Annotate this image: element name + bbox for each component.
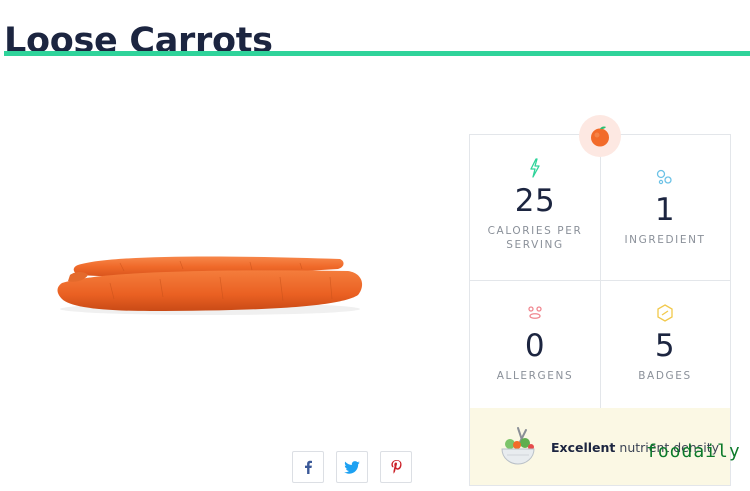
allergens-label: ALLERGENS [496,370,574,382]
calories-value: 25 [514,183,556,219]
pinterest-icon [390,460,402,474]
facebook-share-button[interactable] [292,451,324,483]
twitter-share-button[interactable] [336,451,368,483]
stat-badges: 5 BADGES [600,303,730,383]
lightning-icon [470,158,600,178]
pinterest-share-button[interactable] [380,451,412,483]
calories-label: CALORIES PER SERVING [487,225,583,251]
stat-allergens: 0 ALLERGENS [470,303,600,383]
ingredients-value: 1 [654,192,676,228]
twitter-icon [344,460,360,474]
product-image [57,256,363,315]
badges-value: 5 [654,328,676,364]
bubbles-icon [600,167,730,187]
allergens-value: 0 [524,328,546,364]
watermark-logo: foodaily [646,441,741,462]
stat-calories: 25 CALORIES PER SERVING [470,158,600,252]
allergen-icon [470,303,600,323]
hexagon-icon [600,303,730,323]
orange-badge-icon [579,115,621,157]
title-underline [4,51,750,56]
stat-ingredients: 1 INGREDIENT [600,167,730,247]
facebook-icon [303,460,313,474]
salad-bowl-icon [498,424,538,473]
density-rating: Excellent [551,440,616,455]
badges-label: BADGES [638,370,692,382]
ingredients-label: INGREDIENT [624,234,706,246]
